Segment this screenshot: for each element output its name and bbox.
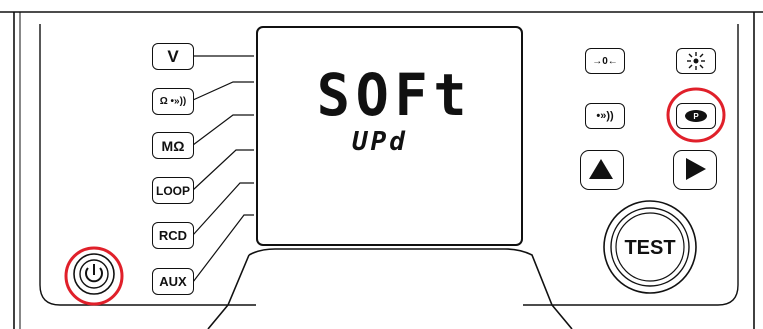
test-label: TEST: [624, 237, 676, 259]
zero-button[interactable]: →0←: [585, 48, 625, 74]
triangle-up-icon: [589, 159, 613, 179]
loop-button[interactable]: LOOP: [152, 177, 194, 204]
up-arrow-button[interactable]: [580, 150, 624, 190]
parameter-button[interactable]: P: [676, 103, 716, 129]
instrument-panel: V Ω •»)) MΩ LOOP RCD AUX SOFt UPd →0← •»…: [0, 0, 763, 329]
continuity-button[interactable]: Ω •»)): [152, 88, 194, 115]
panel-outline: [0, 11, 763, 329]
backlight-icon: [687, 52, 705, 70]
parameter-icon: P: [685, 110, 707, 122]
svg-text:P: P: [693, 112, 699, 121]
lcd-main-readout: SOFt: [316, 61, 473, 129]
right-arrow-button[interactable]: [673, 150, 717, 190]
aux-button[interactable]: AUX: [152, 268, 194, 295]
insulation-button[interactable]: MΩ: [152, 132, 194, 159]
continuity-label: Ω •»)): [159, 96, 187, 107]
lcd-sub-readout: UPd: [352, 127, 408, 157]
voltage-label: V: [167, 46, 179, 66]
backlight-button[interactable]: [676, 48, 716, 74]
insulation-label: MΩ: [161, 137, 185, 154]
rcd-button[interactable]: RCD: [152, 222, 194, 249]
power-button[interactable]: [73, 253, 115, 295]
buzzer-label: •»)): [596, 110, 614, 122]
rcd-label: RCD: [158, 228, 188, 243]
loop-label: LOOP: [155, 183, 190, 198]
zero-label: →0←: [592, 55, 618, 67]
voltage-button[interactable]: V: [152, 43, 194, 70]
aux-label: AUX: [159, 274, 187, 289]
triangle-right-icon: [686, 158, 706, 180]
buzzer-button[interactable]: •»)): [585, 103, 625, 129]
